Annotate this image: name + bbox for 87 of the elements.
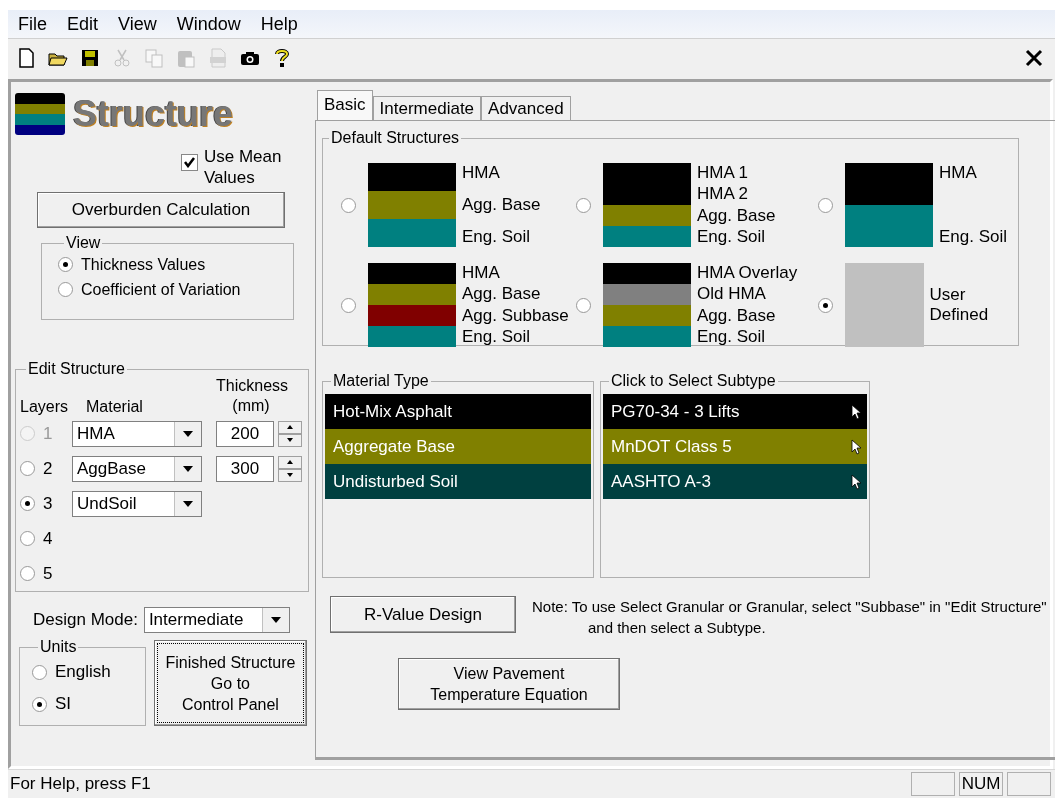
thickness-field[interactable]: 300 bbox=[216, 455, 274, 482]
list-item[interactable]: MnDOT Class 5 bbox=[603, 429, 867, 464]
spinner[interactable] bbox=[278, 420, 302, 447]
tab[interactable]: Advanced bbox=[481, 96, 571, 120]
radio-button[interactable] bbox=[58, 282, 73, 297]
cursor-icon bbox=[851, 403, 861, 420]
view-pavement-button[interactable]: View Pavement Temperature Equation bbox=[398, 658, 620, 710]
radio-label: English bbox=[55, 662, 111, 682]
layer-label: Eng. Soil bbox=[462, 327, 532, 347]
column-header: Material bbox=[85, 398, 144, 416]
radio-button[interactable] bbox=[32, 664, 47, 680]
menu-item[interactable]: Window bbox=[168, 13, 249, 35]
radio-button[interactable] bbox=[58, 257, 73, 272]
checkbox[interactable] bbox=[181, 154, 198, 171]
group-title: Edit Structure bbox=[27, 360, 126, 378]
layer-label: HMA bbox=[462, 263, 501, 283]
radio-button[interactable] bbox=[576, 197, 591, 213]
material-dropdown[interactable]: UndSoil bbox=[72, 490, 202, 517]
column-header: Thickness (mm) bbox=[216, 376, 286, 416]
layer-number: 4 bbox=[43, 528, 53, 549]
layer-number: 1 bbox=[43, 423, 53, 444]
menu-item[interactable]: View bbox=[110, 13, 165, 35]
overburden-button[interactable]: Overburden Calculation bbox=[37, 192, 285, 228]
list-item[interactable]: PG70-34 - 3 Lifts bbox=[603, 394, 867, 429]
radio-button[interactable] bbox=[32, 696, 47, 712]
layer-label: Agg. Base bbox=[697, 305, 777, 326]
layer-label: User Defined bbox=[929, 285, 990, 325]
material-dropdown[interactable]: AggBase bbox=[72, 455, 202, 482]
layer-label: HMA 2 bbox=[697, 184, 750, 205]
radio-label: Coefficient of Variation bbox=[81, 280, 241, 299]
status-panel bbox=[1007, 772, 1051, 796]
group-title: Click to Select Subtype bbox=[610, 372, 777, 390]
menu-item[interactable]: File bbox=[10, 13, 55, 35]
layer-label: Agg. Subbase bbox=[462, 305, 569, 326]
group-title: View bbox=[65, 234, 102, 252]
layer-label: Eng. Soil bbox=[697, 227, 767, 247]
list-item[interactable]: Hot-Mix Asphalt bbox=[325, 394, 591, 429]
radio-button[interactable] bbox=[576, 297, 591, 313]
tab[interactable]: Intermediate bbox=[372, 96, 482, 120]
layer-label: HMA Overlay bbox=[697, 263, 798, 283]
cursor-icon bbox=[851, 438, 861, 455]
tab[interactable]: Basic bbox=[317, 90, 373, 120]
menu-item[interactable]: Edit bbox=[59, 13, 107, 35]
layer-number: 2 bbox=[43, 458, 53, 479]
radio-button[interactable] bbox=[20, 496, 35, 511]
status-panel bbox=[911, 772, 955, 796]
layer-label: Agg. Base bbox=[697, 205, 776, 226]
layer-label: HMA bbox=[462, 163, 501, 183]
field-label: Design Mode: bbox=[33, 610, 138, 630]
layer-number: 3 bbox=[43, 493, 53, 514]
r-value-button[interactable]: R-Value Design bbox=[330, 596, 516, 633]
status-text: For Help, press F1 bbox=[9, 774, 152, 794]
layer-label: Eng. Soil bbox=[697, 327, 767, 347]
layer-label: Eng. Soil bbox=[939, 227, 1008, 247]
layer-number: 5 bbox=[43, 563, 53, 584]
layer-label: Agg. Base bbox=[462, 195, 541, 215]
radio-button[interactable] bbox=[341, 297, 356, 313]
radio-button[interactable] bbox=[818, 197, 833, 213]
page-title: Structure bbox=[73, 93, 234, 135]
layer-label: HMA 1 bbox=[697, 163, 750, 183]
cursor-icon bbox=[851, 473, 861, 490]
group-title: Material Type bbox=[332, 372, 430, 390]
column-header: Layers bbox=[20, 398, 70, 416]
finish-button[interactable]: Finished Structure Go to Control Panel bbox=[153, 640, 307, 726]
checkbox-label: Use Mean Values bbox=[204, 146, 283, 188]
group-title: Units bbox=[39, 638, 78, 656]
layer-label: Old HMA bbox=[697, 284, 767, 305]
radio-button[interactable] bbox=[341, 197, 356, 213]
menu-item[interactable]: Help bbox=[252, 13, 306, 35]
spinner[interactable] bbox=[278, 455, 302, 482]
radio-label: SI bbox=[55, 694, 72, 714]
list-item[interactable]: Aggregate Base bbox=[325, 429, 591, 464]
radio-button[interactable] bbox=[20, 531, 35, 546]
list-item[interactable]: Undisturbed Soil bbox=[325, 464, 591, 499]
list-item[interactable]: AASHTO A-3 bbox=[603, 464, 867, 499]
design-mode-dropdown[interactable]: Intermediate bbox=[143, 607, 290, 633]
group-title: Default Structures bbox=[330, 129, 461, 147]
radio-label: Thickness Values bbox=[81, 255, 206, 274]
layer-label: Eng. Soil bbox=[462, 227, 532, 247]
radio-button[interactable] bbox=[20, 461, 35, 476]
radio-button[interactable] bbox=[20, 566, 35, 581]
status-indicator: NUM bbox=[959, 772, 1003, 796]
layer-label: HMA bbox=[939, 163, 978, 183]
layer-label: Agg. Base bbox=[462, 284, 542, 305]
radio-button[interactable] bbox=[818, 297, 833, 313]
layers-logo-icon bbox=[15, 93, 65, 135]
note-text: Note: To use Select Granular or Granular, select "Subbase" in "Edit Structure" and then select a Subtype. bbox=[532, 597, 1048, 638]
